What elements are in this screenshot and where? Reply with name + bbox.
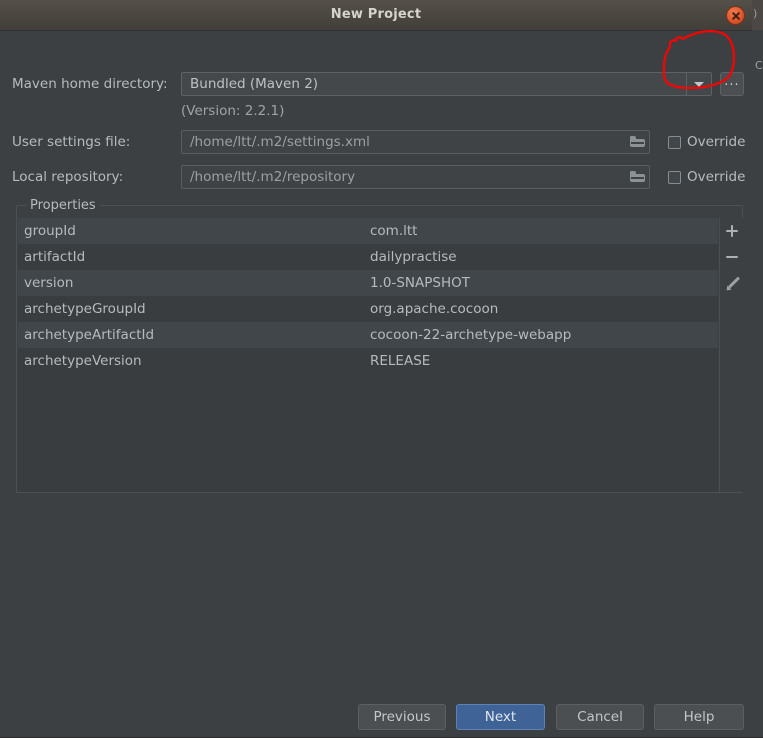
close-icon[interactable] — [727, 7, 744, 24]
local-repository-input[interactable]: /home/ltt/.m2/repository — [181, 165, 650, 189]
background-window[interactable] — [751, 0, 763, 737]
table-row[interactable]: artifactId dailypractise — [18, 244, 718, 270]
property-value: RELEASE — [370, 353, 431, 369]
property-key: archetypeGroupId — [24, 301, 146, 317]
properties-group-title: Properties — [26, 198, 100, 213]
user-settings-file-label: User settings file: — [12, 134, 131, 150]
properties-table[interactable]: groupId com.ltt artifactId dailypractise… — [18, 218, 718, 492]
next-button[interactable]: Next — [456, 704, 545, 730]
table-row[interactable]: archetypeArtifactId cocoon-22-archetype-… — [18, 322, 718, 348]
folder-icon[interactable] — [630, 171, 645, 183]
table-row[interactable]: archetypeVersion RELEASE — [18, 348, 718, 374]
pencil-icon[interactable] — [720, 270, 744, 296]
dialog-titlebar[interactable]: New Project — [0, 0, 752, 31]
maven-home-directory-value[interactable]: Bundled (Maven 2) — [181, 72, 712, 96]
chevron-down-icon — [694, 82, 704, 87]
properties-toolbar — [719, 218, 744, 492]
previous-button[interactable]: Previous — [358, 704, 446, 730]
table-empty-space — [18, 374, 718, 492]
table-row[interactable]: groupId com.ltt — [18, 218, 718, 244]
maven-home-directory-label: Maven home directory: — [12, 76, 168, 92]
cancel-button[interactable]: Cancel — [556, 704, 644, 730]
properties-group: Properties groupId com.ltt artifactId da… — [16, 198, 744, 493]
folder-icon[interactable] — [630, 136, 645, 148]
plus-icon[interactable] — [720, 218, 744, 244]
maven-home-browse-button[interactable]: ... — [720, 72, 744, 96]
minus-icon[interactable] — [720, 244, 744, 270]
help-button[interactable]: Help — [654, 704, 744, 730]
table-row[interactable]: archetypeGroupId org.apache.cocoon — [18, 296, 718, 322]
property-key: archetypeArtifactId — [24, 327, 155, 343]
user-settings-override-checkbox[interactable] — [668, 136, 681, 149]
local-repository-override-label[interactable]: Override — [687, 169, 745, 185]
property-value: com.ltt — [370, 223, 418, 239]
property-key: groupId — [24, 223, 76, 239]
property-key: version — [24, 275, 74, 291]
property-value: dailypractise — [370, 249, 457, 265]
property-key: artifactId — [24, 249, 86, 265]
dialog-body: Maven home directory: Bundled (Maven 2) … — [0, 31, 752, 738]
dialog-title: New Project — [330, 7, 422, 22]
maven-version-note: (Version: 2.2.1) — [181, 103, 285, 119]
maven-home-directory-combo[interactable]: Bundled (Maven 2) — [181, 72, 712, 96]
local-repository-label: Local repository: — [12, 169, 124, 185]
new-project-dialog: New Project Maven home directory: Bundle… — [0, 0, 752, 737]
background-window-edge-glyph-top: ) — [753, 8, 758, 19]
local-repository-override-checkbox[interactable] — [668, 171, 681, 184]
maven-home-dropdown-button[interactable] — [686, 73, 711, 95]
property-value: 1.0-SNAPSHOT — [370, 275, 470, 291]
user-settings-override-label[interactable]: Override — [687, 134, 745, 150]
background-window-edge-glyph-mid: C — [755, 60, 763, 71]
property-value: cocoon-22-archetype-webapp — [370, 327, 572, 343]
property-value: org.apache.cocoon — [370, 301, 499, 317]
table-row[interactable]: version 1.0-SNAPSHOT — [18, 270, 718, 296]
property-key: archetypeVersion — [24, 353, 142, 369]
user-settings-file-input[interactable]: /home/ltt/.m2/settings.xml — [181, 130, 650, 154]
